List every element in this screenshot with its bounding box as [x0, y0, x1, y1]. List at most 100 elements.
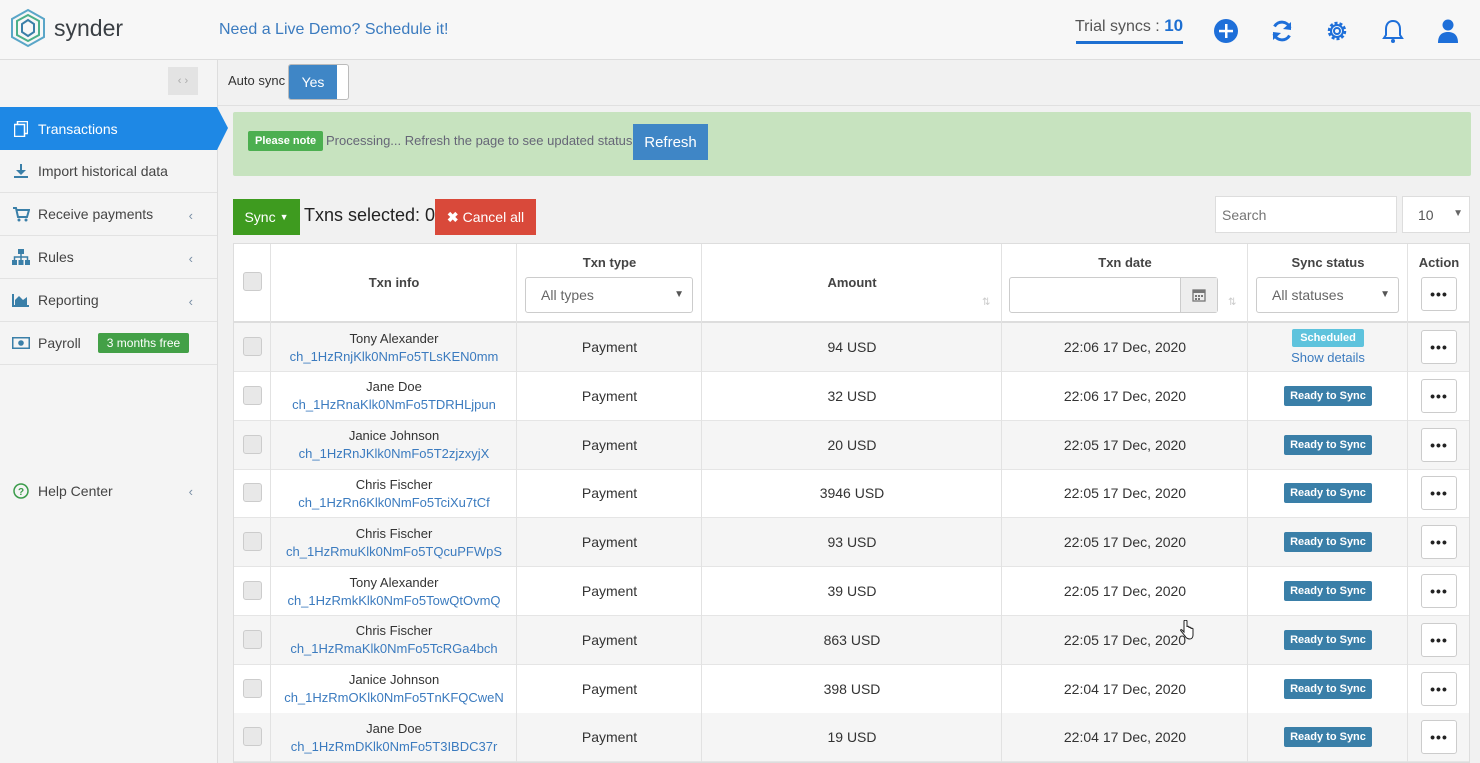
cancel-all-button[interactable]: ✖ Cancel all [435, 199, 536, 235]
txn-type-filter[interactable]: All types ▼ [525, 277, 693, 313]
row-checkbox[interactable] [243, 727, 262, 747]
table-row[interactable]: Tony Alexander ch_1HzRmkKlk0NmFo5TowQtOvm… [234, 567, 1469, 616]
row-action-button[interactable]: ••• [1421, 671, 1457, 706]
sidebar-item-rules[interactable]: Rules ‹ [0, 236, 217, 279]
row-checkbox[interactable] [243, 532, 262, 552]
bell-icon[interactable] [1379, 17, 1407, 45]
sync-status-cell: Ready to Sync [1248, 616, 1408, 664]
live-demo-link[interactable]: Need a Live Demo? Schedule it! [219, 21, 448, 39]
customer-name: Chris Fischer [355, 476, 433, 492]
download-icon [12, 162, 30, 180]
sync-status-cell: Scheduled Show details [1248, 323, 1408, 371]
charge-id-link[interactable]: ch_1HzRnjKlk0NmFo5TLsKEN0mm [290, 349, 499, 364]
table-row[interactable]: Jane Doe ch_1HzRmDKlk0NmFo5T3IBDC37r Payme… [234, 713, 1469, 762]
page-size-select[interactable]: 10 ▼ [1402, 196, 1470, 233]
action-cell: ••• [1408, 469, 1469, 517]
close-icon: ✖ [446, 208, 459, 225]
amount-cell: 93 USD [827, 534, 877, 551]
sort-icon[interactable]: ⇅ [1228, 297, 1236, 308]
txn-info-cell: Chris Fischer ch_1HzRn6Klk0NmFo5TciXu7tCf [271, 469, 517, 517]
sidebar-item-label: Reporting [38, 292, 99, 308]
table-row[interactable]: Janice Johnson ch_1HzRnJKlk0NmFo5T2zjzxyj… [234, 420, 1469, 470]
row-checkbox[interactable] [243, 581, 262, 600]
customer-name: Jane Doe [366, 720, 422, 736]
column-divider [1247, 244, 1248, 762]
table-row[interactable]: Chris Fischer ch_1HzRn6Klk0NmFo5TciXu7tCf… [234, 469, 1469, 519]
row-action-button[interactable]: ••• [1421, 525, 1457, 560]
gear-icon[interactable] [1323, 17, 1351, 45]
sidebar-item-help-center[interactable]: ? Help Center ‹ [0, 469, 217, 512]
txn-date-filter[interactable] [1009, 277, 1218, 313]
table-row[interactable]: Chris Fischer ch_1HzRmuKlk0NmFo5TQcuPFWpS… [234, 518, 1469, 568]
charge-id-link[interactable]: ch_1HzRmOKlk0NmFo5TnKFQCweN [284, 690, 504, 705]
sidebar-item-payroll[interactable]: Payroll 3 months free [0, 322, 217, 365]
calendar-icon[interactable] [1180, 278, 1217, 312]
row-checkbox[interactable] [243, 434, 262, 454]
search-input[interactable] [1215, 196, 1397, 233]
row-action-button[interactable]: ••• [1421, 574, 1457, 608]
refresh-icon[interactable] [1268, 17, 1296, 45]
user-icon[interactable] [1434, 17, 1462, 45]
charge-id-link[interactable]: ch_1HzRmuKlk0NmFo5TQcuPFWpS [286, 544, 502, 559]
amount-cell: 39 USD [827, 583, 877, 599]
sync-status-filter[interactable]: All statuses ▼ [1256, 277, 1399, 313]
brand-logo[interactable]: synder [10, 8, 123, 48]
charge-id-link[interactable]: ch_1HzRnJKlk0NmFo5T2zjzxyjX [299, 446, 490, 461]
row-checkbox[interactable] [243, 629, 262, 649]
sync-status-cell: Ready to Sync [1248, 469, 1408, 517]
row-checkbox[interactable] [243, 385, 262, 405]
txn-info-cell: Tony Alexander ch_1HzRmkKlk0NmFo5TowQtOvm… [271, 567, 517, 615]
txn-info-cell: Jane Doe ch_1HzRnaKlk0NmFo5TDRHLjpun [271, 372, 517, 420]
status-badge[interactable]: Ready to Sync [1284, 532, 1372, 553]
row-action-button[interactable]: ••• [1421, 427, 1457, 462]
status-badge[interactable]: Ready to Sync [1284, 678, 1372, 699]
bulk-action-button[interactable]: ••• [1421, 277, 1457, 311]
autosync-toggle[interactable]: Yes [288, 64, 349, 100]
row-checkbox[interactable] [243, 337, 262, 356]
row-action-button[interactable]: ••• [1421, 720, 1457, 755]
plus-circle-icon[interactable] [1212, 17, 1240, 45]
row-action-button[interactable]: ••• [1421, 622, 1457, 657]
column-header-amount: Amount [827, 275, 877, 290]
txn-type-cell: Payment [581, 387, 638, 404]
refresh-button[interactable]: Refresh [633, 124, 708, 160]
row-action-button[interactable]: ••• [1421, 476, 1457, 511]
charge-id-link[interactable]: ch_1HzRn6Klk0NmFo5TciXu7tCf [298, 495, 489, 510]
action-cell: ••• [1408, 616, 1469, 664]
amount-cell: 20 USD [827, 436, 877, 453]
sort-icon[interactable]: ⇅ [982, 297, 990, 308]
sync-button-label: Sync [244, 209, 276, 225]
trial-syncs-bar [1076, 41, 1183, 44]
charge-id-link[interactable]: ch_1HzRmkKlk0NmFo5TowQtOvmQ [287, 593, 500, 608]
status-badge[interactable]: Ready to Sync [1284, 385, 1372, 406]
charge-id-link[interactable]: ch_1HzRnaKlk0NmFo5TDRHLjpun [292, 397, 496, 412]
txn-type-cell: Payment [581, 583, 638, 599]
sidebar-item-receive-payments[interactable]: Receive payments ‹ [0, 193, 217, 236]
status-badge[interactable]: Ready to Sync [1284, 581, 1372, 601]
sidebar-item-reporting[interactable]: Reporting ‹ [0, 279, 217, 322]
select-all-checkbox[interactable] [243, 272, 262, 291]
row-checkbox[interactable] [243, 483, 262, 503]
row-checkbox[interactable] [243, 678, 262, 698]
status-badge[interactable]: Ready to Sync [1284, 434, 1372, 455]
sync-status-cell: Ready to Sync [1248, 665, 1408, 713]
status-badge[interactable]: Ready to Sync [1284, 727, 1372, 748]
table-row[interactable]: Chris Fischer ch_1HzRmaKlk0NmFo5TcRGa4bch… [234, 615, 1469, 665]
show-details-link[interactable]: Show details [1291, 350, 1365, 365]
charge-id-link[interactable]: ch_1HzRmaKlk0NmFo5TcRGa4bch [290, 641, 497, 656]
sidebar-collapse-button[interactable]: ‹ › [168, 67, 198, 95]
status-badge[interactable]: Ready to Sync [1284, 483, 1372, 504]
row-action-button[interactable]: ••• [1421, 378, 1457, 413]
sync-dropdown-button[interactable]: Sync ▼ [233, 199, 300, 235]
column-header-sync-status: Sync status [1291, 255, 1365, 270]
table-row[interactable]: Tony Alexander ch_1HzRnjKlk0NmFo5TLsKEN0m… [234, 323, 1469, 372]
table-row[interactable]: Janice Johnson ch_1HzRmOKlk0NmFo5TnKFQCwe… [234, 665, 1469, 714]
table-row[interactable]: Jane Doe ch_1HzRnaKlk0NmFo5TDRHLjpun Payme… [234, 372, 1469, 421]
sidebar-item-import-historical-data[interactable]: Import historical data [0, 150, 217, 193]
status-badge[interactable]: Ready to Sync [1284, 629, 1372, 650]
charge-id-link[interactable]: ch_1HzRmDKlk0NmFo5T3IBDC37r [291, 739, 498, 754]
txn-type-cell: Payment [581, 729, 638, 746]
row-action-button[interactable]: ••• [1421, 330, 1457, 364]
sidebar-item-transactions[interactable]: Transactions [0, 107, 228, 150]
chevron-left-icon: ‹ [188, 484, 193, 499]
